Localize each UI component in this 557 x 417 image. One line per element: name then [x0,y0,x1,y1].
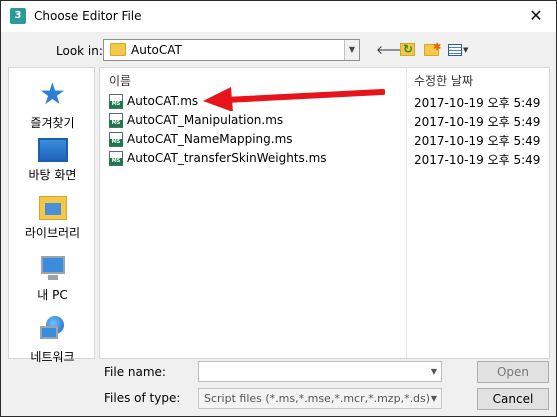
place-favorites[interactable]: ★ 즐겨찾기 [9,80,96,131]
file-row[interactable]: AutoCAT_NameMapping.ms 2017-10-19 오후 5:4… [109,130,549,149]
look-in-label: Look in: [56,44,103,58]
file-type-value: Script files (*.ms,*.mse,*.mcr,*.mzp,*.d… [204,392,431,405]
star-icon: ★ [39,77,66,112]
file-name: AutoCAT_Manipulation.ms [127,113,284,127]
column-header-name[interactable]: 이름 [109,72,131,89]
look-in-value: AutoCAT [131,43,182,57]
open-button[interactable]: Open [477,361,549,383]
sparkle-icon: ✱ [433,42,442,53]
file-date: 2017-10-19 오후 5:49 [414,134,541,148]
place-this-pc[interactable]: 내 PC [9,256,96,303]
maxscript-file-icon [109,113,123,128]
new-folder-button[interactable]: ✱ [422,40,442,60]
desktop-icon [37,138,68,162]
library-icon [38,196,67,220]
cancel-button[interactable]: Cancel [477,388,549,410]
chevron-down-icon: ▼ [463,46,469,54]
place-label: 바탕 화면 [28,168,77,182]
view-menu-button[interactable]: ▼ [446,40,470,60]
places-bar: ★ 즐겨찾기 바탕 화면 라이브러리 내 PC 네트워크 [8,67,96,364]
maxscript-file-icon [109,132,123,147]
look-in-dropdown[interactable]: AutoCAT ▼ [103,39,360,61]
place-library[interactable]: 라이브러리 [9,196,96,241]
place-label: 네트워크 [30,350,75,364]
file-type-dropdown[interactable]: Script files (*.ms,*.mse,*.mcr,*.mzp,*.d… [198,388,442,409]
choose-editor-file-dialog: 3 Choose Editor File ✕ Look in: AutoCAT … [0,0,557,417]
pc-icon [38,256,68,282]
close-button[interactable]: ✕ [524,5,548,27]
back-button[interactable]: 🡐 [376,40,408,60]
place-desktop[interactable]: 바탕 화면 [9,138,96,183]
file-name: AutoCAT_NameMapping.ms [127,132,293,146]
place-network[interactable]: 네트워크 [9,316,96,365]
file-name-label: File name: [104,365,166,379]
file-date: 2017-10-19 오후 5:49 [414,115,541,129]
file-row[interactable]: AutoCAT_transferSkinWeights.ms 2017-10-1… [109,149,549,168]
file-date: 2017-10-19 오후 5:49 [414,153,541,167]
file-row[interactable]: AutoCAT_Manipulation.ms 2017-10-19 오후 5:… [109,111,549,130]
place-label: 즐겨찾기 [30,116,75,130]
maxscript-file-icon [109,151,123,166]
file-name-input[interactable]: ▼ [198,361,442,382]
file-type-label: Files of type: [104,391,181,405]
file-date: 2017-10-19 오후 5:49 [414,96,541,110]
up-one-level-button[interactable]: ↻ [398,40,418,60]
app-icon: 3 [10,8,26,24]
folder-icon [110,43,126,56]
sort-up-icon: ^ [250,67,258,75]
chevron-down-icon[interactable]: ▼ [431,367,437,376]
place-label: 내 PC [37,288,68,302]
window-title: Choose Editor File [34,9,142,23]
up-arrow-icon: ↻ [403,42,414,56]
annotation-arrow-icon [203,87,385,111]
chevron-down-icon[interactable]: ▼ [431,394,437,403]
chevron-down-icon[interactable]: ▼ [344,40,359,60]
maxscript-file-icon [109,94,123,109]
file-name: AutoCAT.ms [127,94,199,108]
title-bar: 3 Choose Editor File ✕ [1,1,556,32]
view-details-icon [448,44,462,56]
network-icon [38,316,68,344]
file-name: AutoCAT_transferSkinWeights.ms [127,151,327,165]
place-label: 라이브러리 [24,226,81,240]
column-header-date[interactable]: 수정한 날짜 [414,72,473,89]
